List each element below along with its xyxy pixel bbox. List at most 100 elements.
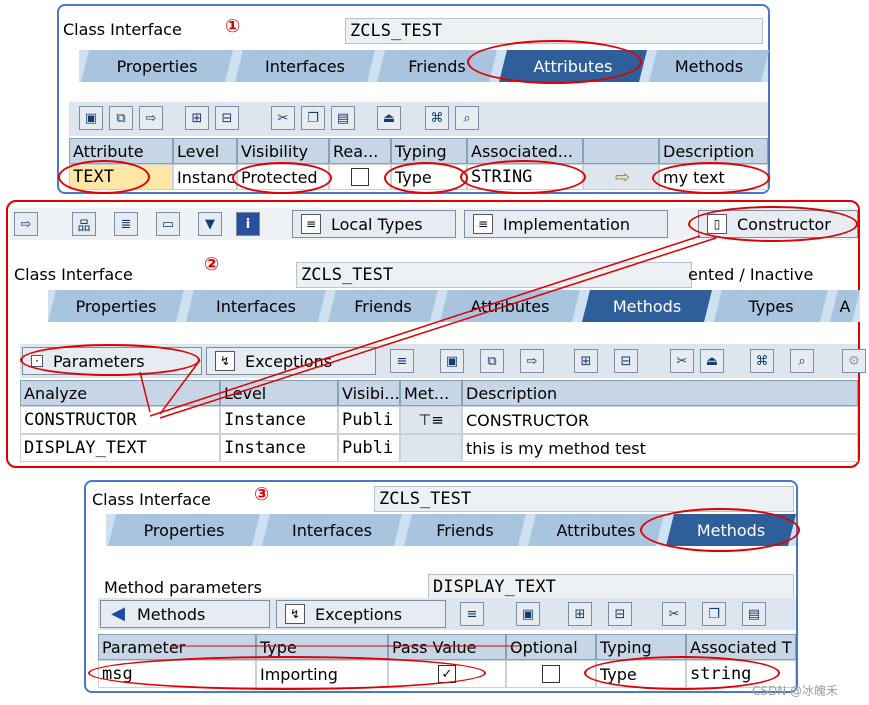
tab-methods[interactable]: Methods xyxy=(582,290,712,322)
where-used-icon[interactable]: ⇨ xyxy=(520,349,544,373)
col-method[interactable]: Analyze xyxy=(20,380,220,406)
col-visibility[interactable]: Visibi... xyxy=(338,380,400,406)
insert-row-icon[interactable]: ⊞ xyxy=(185,106,209,130)
level-cell[interactable]: Instance xyxy=(220,406,338,434)
col-attribute[interactable]: Attribute xyxy=(69,138,173,164)
method-name-cell[interactable]: CONSTRUCTOR xyxy=(20,406,220,434)
cut-icon[interactable]: ✂ xyxy=(662,602,686,626)
col-readonly[interactable]: Rea... xyxy=(329,138,391,164)
method-name-field[interactable]: DISPLAY_TEXT xyxy=(428,574,794,600)
col-parameter[interactable]: Parameter xyxy=(98,634,256,660)
details-icon[interactable]: ≡ xyxy=(390,349,414,373)
tab-properties[interactable]: Properties xyxy=(81,50,233,82)
visibility-cell[interactable]: Publi xyxy=(338,434,400,462)
tab-properties[interactable]: Properties xyxy=(108,514,260,546)
col-visibility[interactable]: Visibility xyxy=(237,138,329,164)
delete-row-icon[interactable]: ⊟ xyxy=(608,602,632,626)
class-name-field[interactable]: ZCLS_TEST xyxy=(296,262,692,288)
insert-row-icon[interactable]: ⊞ xyxy=(574,349,598,373)
cut-icon[interactable]: ✂ xyxy=(670,349,694,373)
implementation-button[interactable]: ≡ Implementation xyxy=(464,210,668,238)
method-name-cell[interactable]: DISPLAY_TEXT xyxy=(20,434,220,462)
associated-type-cell[interactable]: STRING xyxy=(467,164,583,190)
copy-object-icon[interactable]: ⧉ xyxy=(480,349,504,373)
level-cell[interactable]: Instance xyxy=(220,434,338,462)
info-icon[interactable]: i xyxy=(236,212,260,236)
display-icon[interactable]: ▣ xyxy=(79,106,103,130)
delete-row-icon[interactable]: ⊟ xyxy=(614,349,638,373)
col-description[interactable]: Description xyxy=(462,380,858,406)
copy-icon[interactable]: ❐ xyxy=(301,106,325,130)
paste-icon[interactable]: ▤ xyxy=(331,106,355,130)
tab-attributes[interactable]: Attributes xyxy=(440,290,580,322)
find-next-icon[interactable]: ⌕ xyxy=(455,106,479,130)
tab-interfaces[interactable]: Interfaces xyxy=(186,290,326,322)
stack-icon[interactable]: ≣ xyxy=(114,212,138,236)
cut-icon[interactable]: ✂ xyxy=(271,106,295,130)
delete-row-icon[interactable]: ⊟ xyxy=(215,106,239,130)
find-next-icon[interactable]: ⌕ xyxy=(790,349,814,373)
display-icon[interactable]: ▣ xyxy=(516,602,540,626)
tab-interfaces[interactable]: Interfaces xyxy=(262,514,402,546)
paste-icon[interactable]: ▤ xyxy=(742,602,766,626)
tab-properties[interactable]: Properties xyxy=(48,290,184,322)
settings-icon[interactable]: ⚙ xyxy=(842,349,866,373)
tab-types[interactable]: Types xyxy=(714,290,828,322)
tab-friends[interactable]: Friends xyxy=(404,514,526,546)
copy-icon[interactable]: ❐ xyxy=(702,602,726,626)
insert-row-icon[interactable]: ⊞ xyxy=(568,602,592,626)
level-cell[interactable]: Instanc xyxy=(173,164,237,190)
filter-icon[interactable]: ▼ xyxy=(198,212,222,236)
display-icon[interactable]: ▣ xyxy=(440,349,464,373)
tab-methods[interactable]: Methods xyxy=(666,514,796,546)
window-icon[interactable]: ▭ xyxy=(156,212,180,236)
tab-attributes[interactable]: Attributes xyxy=(499,50,647,82)
col-optional[interactable]: Optional xyxy=(506,634,596,660)
col-associated[interactable]: Associated... xyxy=(467,138,583,164)
col-level[interactable]: Level xyxy=(220,380,338,406)
col-typing[interactable]: Typing xyxy=(596,634,686,660)
col-method-type[interactable]: Met... xyxy=(400,380,462,406)
local-types-button[interactable]: ≡ Local Types xyxy=(292,210,456,238)
description-cell[interactable]: this is my method test xyxy=(462,434,858,462)
parameter-name-cell[interactable]: msg xyxy=(98,660,256,688)
copy-object-icon[interactable]: ⧉ xyxy=(109,106,133,130)
details-icon[interactable]: ≡ xyxy=(460,602,484,626)
description-cell[interactable]: CONSTRUCTOR xyxy=(462,406,858,434)
typing-cell[interactable]: Type xyxy=(596,660,686,688)
col-associated-type[interactable]: Associated T xyxy=(686,634,796,660)
optional-checkbox[interactable] xyxy=(542,665,560,683)
pass-value-checkbox[interactable]: ✓ xyxy=(438,665,456,683)
col-level[interactable]: Level xyxy=(173,138,237,164)
col-description[interactable]: Description xyxy=(659,138,768,164)
parameters-button[interactable]: · Parameters xyxy=(22,347,202,375)
visibility-cell[interactable]: Protected xyxy=(237,164,329,190)
typing-cell[interactable]: Type xyxy=(391,164,467,190)
constructor-button[interactable]: ▯ Constructor xyxy=(698,210,858,238)
back-to-methods-button[interactable]: ◀ Methods xyxy=(100,600,270,628)
tab-interfaces[interactable]: Interfaces xyxy=(235,50,375,82)
class-name-field[interactable]: ZCLS_TEST xyxy=(374,486,794,512)
where-used-icon[interactable]: ⇨ xyxy=(14,212,38,236)
col-type[interactable]: Type xyxy=(256,634,388,660)
tab-aliases[interactable]: A xyxy=(830,290,860,322)
tab-friends[interactable]: Friends xyxy=(328,290,438,322)
tab-friends[interactable]: Friends xyxy=(377,50,497,82)
exceptions-button[interactable]: ↯ Exceptions xyxy=(206,347,376,375)
parameter-type-cell[interactable]: Importing xyxy=(256,660,388,688)
hierarchy-icon[interactable]: 品 xyxy=(72,212,96,236)
class-name-field[interactable]: ZCLS_TEST xyxy=(345,18,763,44)
attribute-name-cell[interactable]: TEXT xyxy=(69,164,173,190)
col-pass-value[interactable]: Pass Value xyxy=(388,634,506,660)
where-used-icon[interactable]: ⇨ xyxy=(139,106,163,130)
find-icon[interactable]: ⌘ xyxy=(425,106,449,130)
undo-icon[interactable]: ⏏ xyxy=(700,349,724,373)
description-cell[interactable]: my text xyxy=(659,164,768,190)
tab-attributes[interactable]: Attributes xyxy=(528,514,664,546)
tab-methods[interactable]: Methods xyxy=(649,50,769,82)
col-typing[interactable]: Typing xyxy=(391,138,467,164)
direct-type-entry-icon[interactable]: ⇨ xyxy=(583,164,659,190)
undo-icon[interactable]: ⏏ xyxy=(377,106,401,130)
visibility-cell[interactable]: Publi xyxy=(338,406,400,434)
find-icon[interactable]: ⌘ xyxy=(750,349,774,373)
